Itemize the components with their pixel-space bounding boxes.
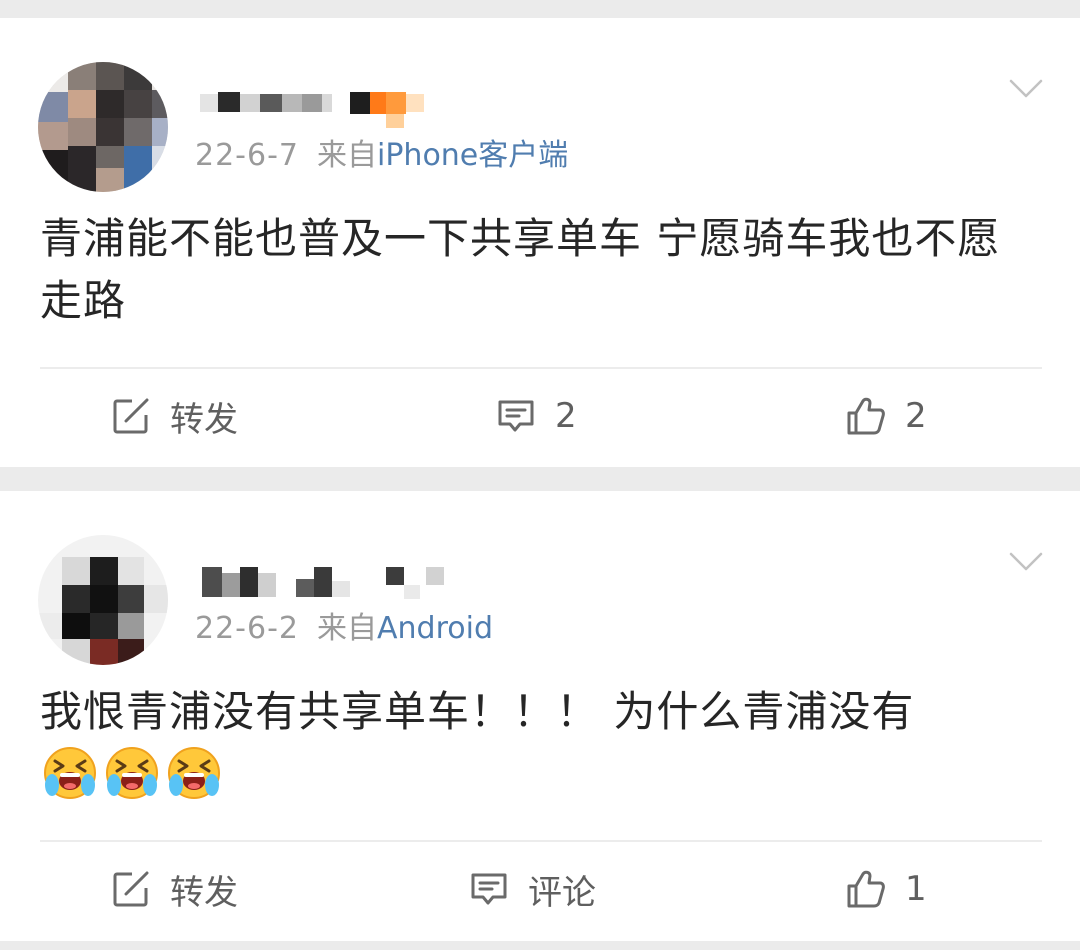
- post-card: 22-6-7 来自iPhone客户端 青浦能不能也普及一下共享单车 宁愿骑车我也不…: [0, 18, 1080, 467]
- repost-button[interactable]: 转发: [110, 390, 238, 442]
- comment-icon: [498, 400, 534, 432]
- username-redacted[interactable]: [200, 563, 444, 603]
- crying-face-emoji-icon: [106, 747, 158, 799]
- thumbs-up-icon: [847, 397, 885, 435]
- username-redacted[interactable]: [200, 90, 440, 130]
- post-meta: 22-6-7 来自iPhone客户端: [195, 136, 568, 176]
- comment-label: 评论: [528, 872, 596, 913]
- repost-button[interactable]: 转发: [110, 863, 238, 915]
- post-meta: 22-6-2 来自Android: [195, 609, 493, 649]
- comment-icon: [471, 873, 507, 905]
- post-content: 青浦能不能也普及一下共享单车 宁愿骑车我也不愿走路: [40, 214, 1001, 325]
- chevron-down-icon[interactable]: [1008, 70, 1044, 106]
- crying-face-emoji-icon: [44, 747, 96, 799]
- comment-button[interactable]: 2: [495, 390, 577, 442]
- comment-count: 2: [555, 396, 577, 436]
- comment-button[interactable]: 评论: [468, 863, 596, 915]
- chevron-down-icon[interactable]: [1008, 543, 1044, 579]
- like-count: 1: [905, 869, 927, 909]
- from-label: 来自: [317, 138, 377, 173]
- repost-label: 转发: [170, 872, 238, 913]
- like-button[interactable]: 1: [845, 863, 927, 915]
- edit-share-icon: [113, 871, 149, 907]
- from-label: 来自: [317, 611, 377, 646]
- post-source: Android: [377, 611, 493, 646]
- divider: [40, 840, 1042, 842]
- post-card: 22-6-2 来自Android 我恨青浦没有共享单车！！！ 为什么青浦没有 转…: [0, 491, 1080, 941]
- like-count: 2: [905, 396, 927, 436]
- emoji-row: [42, 745, 222, 801]
- post-source: iPhone客户端: [377, 138, 569, 173]
- crying-face-emoji-icon: [168, 747, 220, 799]
- repost-label: 转发: [170, 399, 238, 440]
- post-content: 我恨青浦没有共享单车！！！ 为什么青浦没有: [40, 687, 915, 736]
- like-button[interactable]: 2: [845, 390, 927, 442]
- avatar[interactable]: [38, 62, 168, 192]
- post-date: 22-6-7: [195, 138, 299, 173]
- post-date: 22-6-2: [195, 611, 299, 646]
- avatar[interactable]: [38, 535, 168, 665]
- divider: [40, 367, 1042, 369]
- thumbs-up-icon: [847, 870, 885, 908]
- edit-share-icon: [113, 398, 149, 434]
